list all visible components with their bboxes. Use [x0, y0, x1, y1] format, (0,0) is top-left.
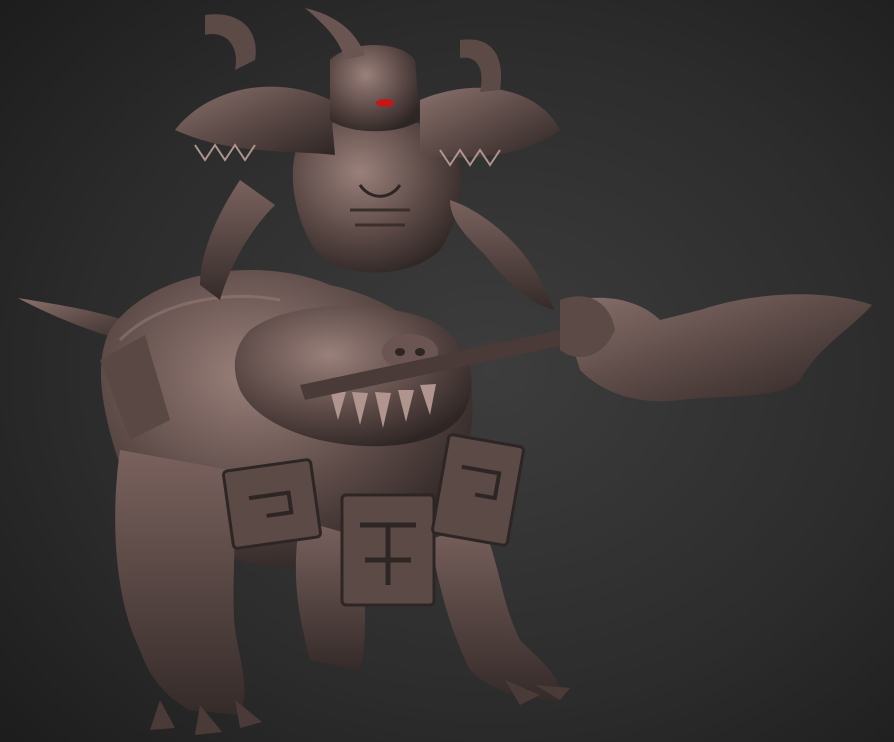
creature-sculpt: [18, 8, 872, 735]
rider-right-arm: [450, 200, 555, 310]
render-viewport: [0, 0, 894, 742]
